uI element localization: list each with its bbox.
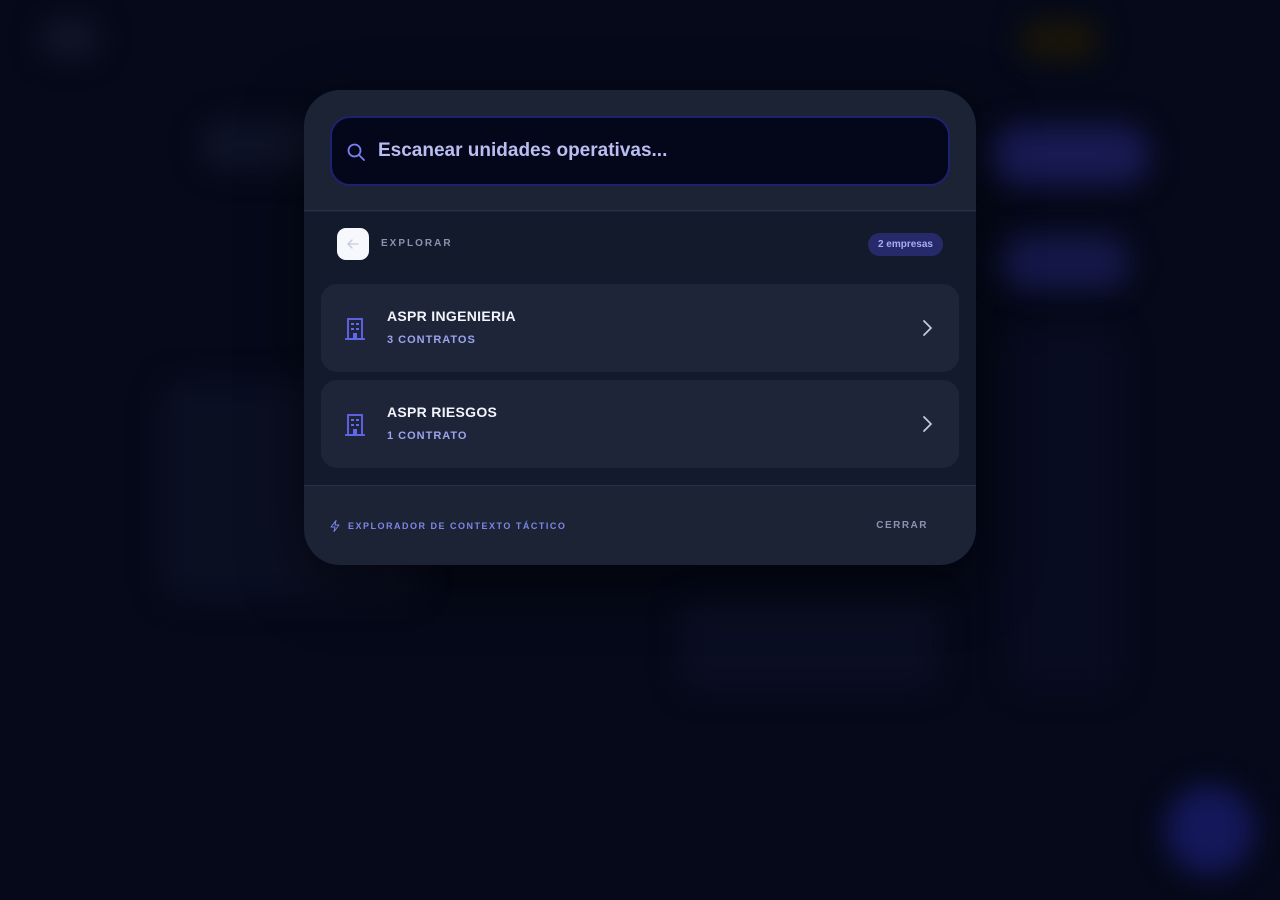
section-label: EXPLORAR <box>381 238 453 249</box>
company-item[interactable]: ASPR RIESGOS 1 CONTRATO <box>321 380 959 468</box>
context-explorer-modal: EXPLORAR 2 empresas ASPR INGENIERIA 3 CO… <box>304 90 976 565</box>
company-contract-count: 3 CONTRATOS <box>387 334 476 346</box>
search-input[interactable] <box>378 130 938 172</box>
chevron-right-icon <box>923 416 932 432</box>
background-shape <box>40 18 100 58</box>
company-contract-count: 1 CONTRATO <box>387 430 468 442</box>
background-shape <box>1010 330 1120 690</box>
background-shape <box>1000 235 1130 290</box>
background-shape <box>1165 785 1255 875</box>
search-section <box>304 90 976 211</box>
background-shape <box>680 600 940 690</box>
background-shape <box>200 120 320 170</box>
footer-hint: EXPLORADOR DE CONTEXTO TÁCTICO <box>329 520 566 532</box>
close-button[interactable]: CERRAR <box>876 520 928 531</box>
footer-hint-text: EXPLORADOR DE CONTEXTO TÁCTICO <box>348 521 567 531</box>
building-icon <box>345 414 365 436</box>
search-box[interactable] <box>330 116 950 186</box>
count-badge: 2 empresas <box>867 233 943 256</box>
explorer-body: EXPLORAR 2 empresas ASPR INGENIERIA 3 CO… <box>304 212 976 485</box>
company-item[interactable]: ASPR INGENIERIA 3 CONTRATOS <box>321 284 959 372</box>
background-shape <box>1020 20 1100 60</box>
bolt-icon <box>330 520 340 532</box>
building-icon <box>345 318 365 340</box>
company-name: ASPR RIESGOS <box>387 404 498 420</box>
back-button[interactable] <box>337 228 369 260</box>
chevron-right-icon <box>923 320 932 336</box>
arrow-left-icon <box>347 239 359 249</box>
company-name: ASPR INGENIERIA <box>387 308 516 324</box>
background-shape <box>990 125 1150 185</box>
modal-footer: EXPLORADOR DE CONTEXTO TÁCTICO CERRAR <box>304 485 976 565</box>
search-icon <box>347 143 365 161</box>
